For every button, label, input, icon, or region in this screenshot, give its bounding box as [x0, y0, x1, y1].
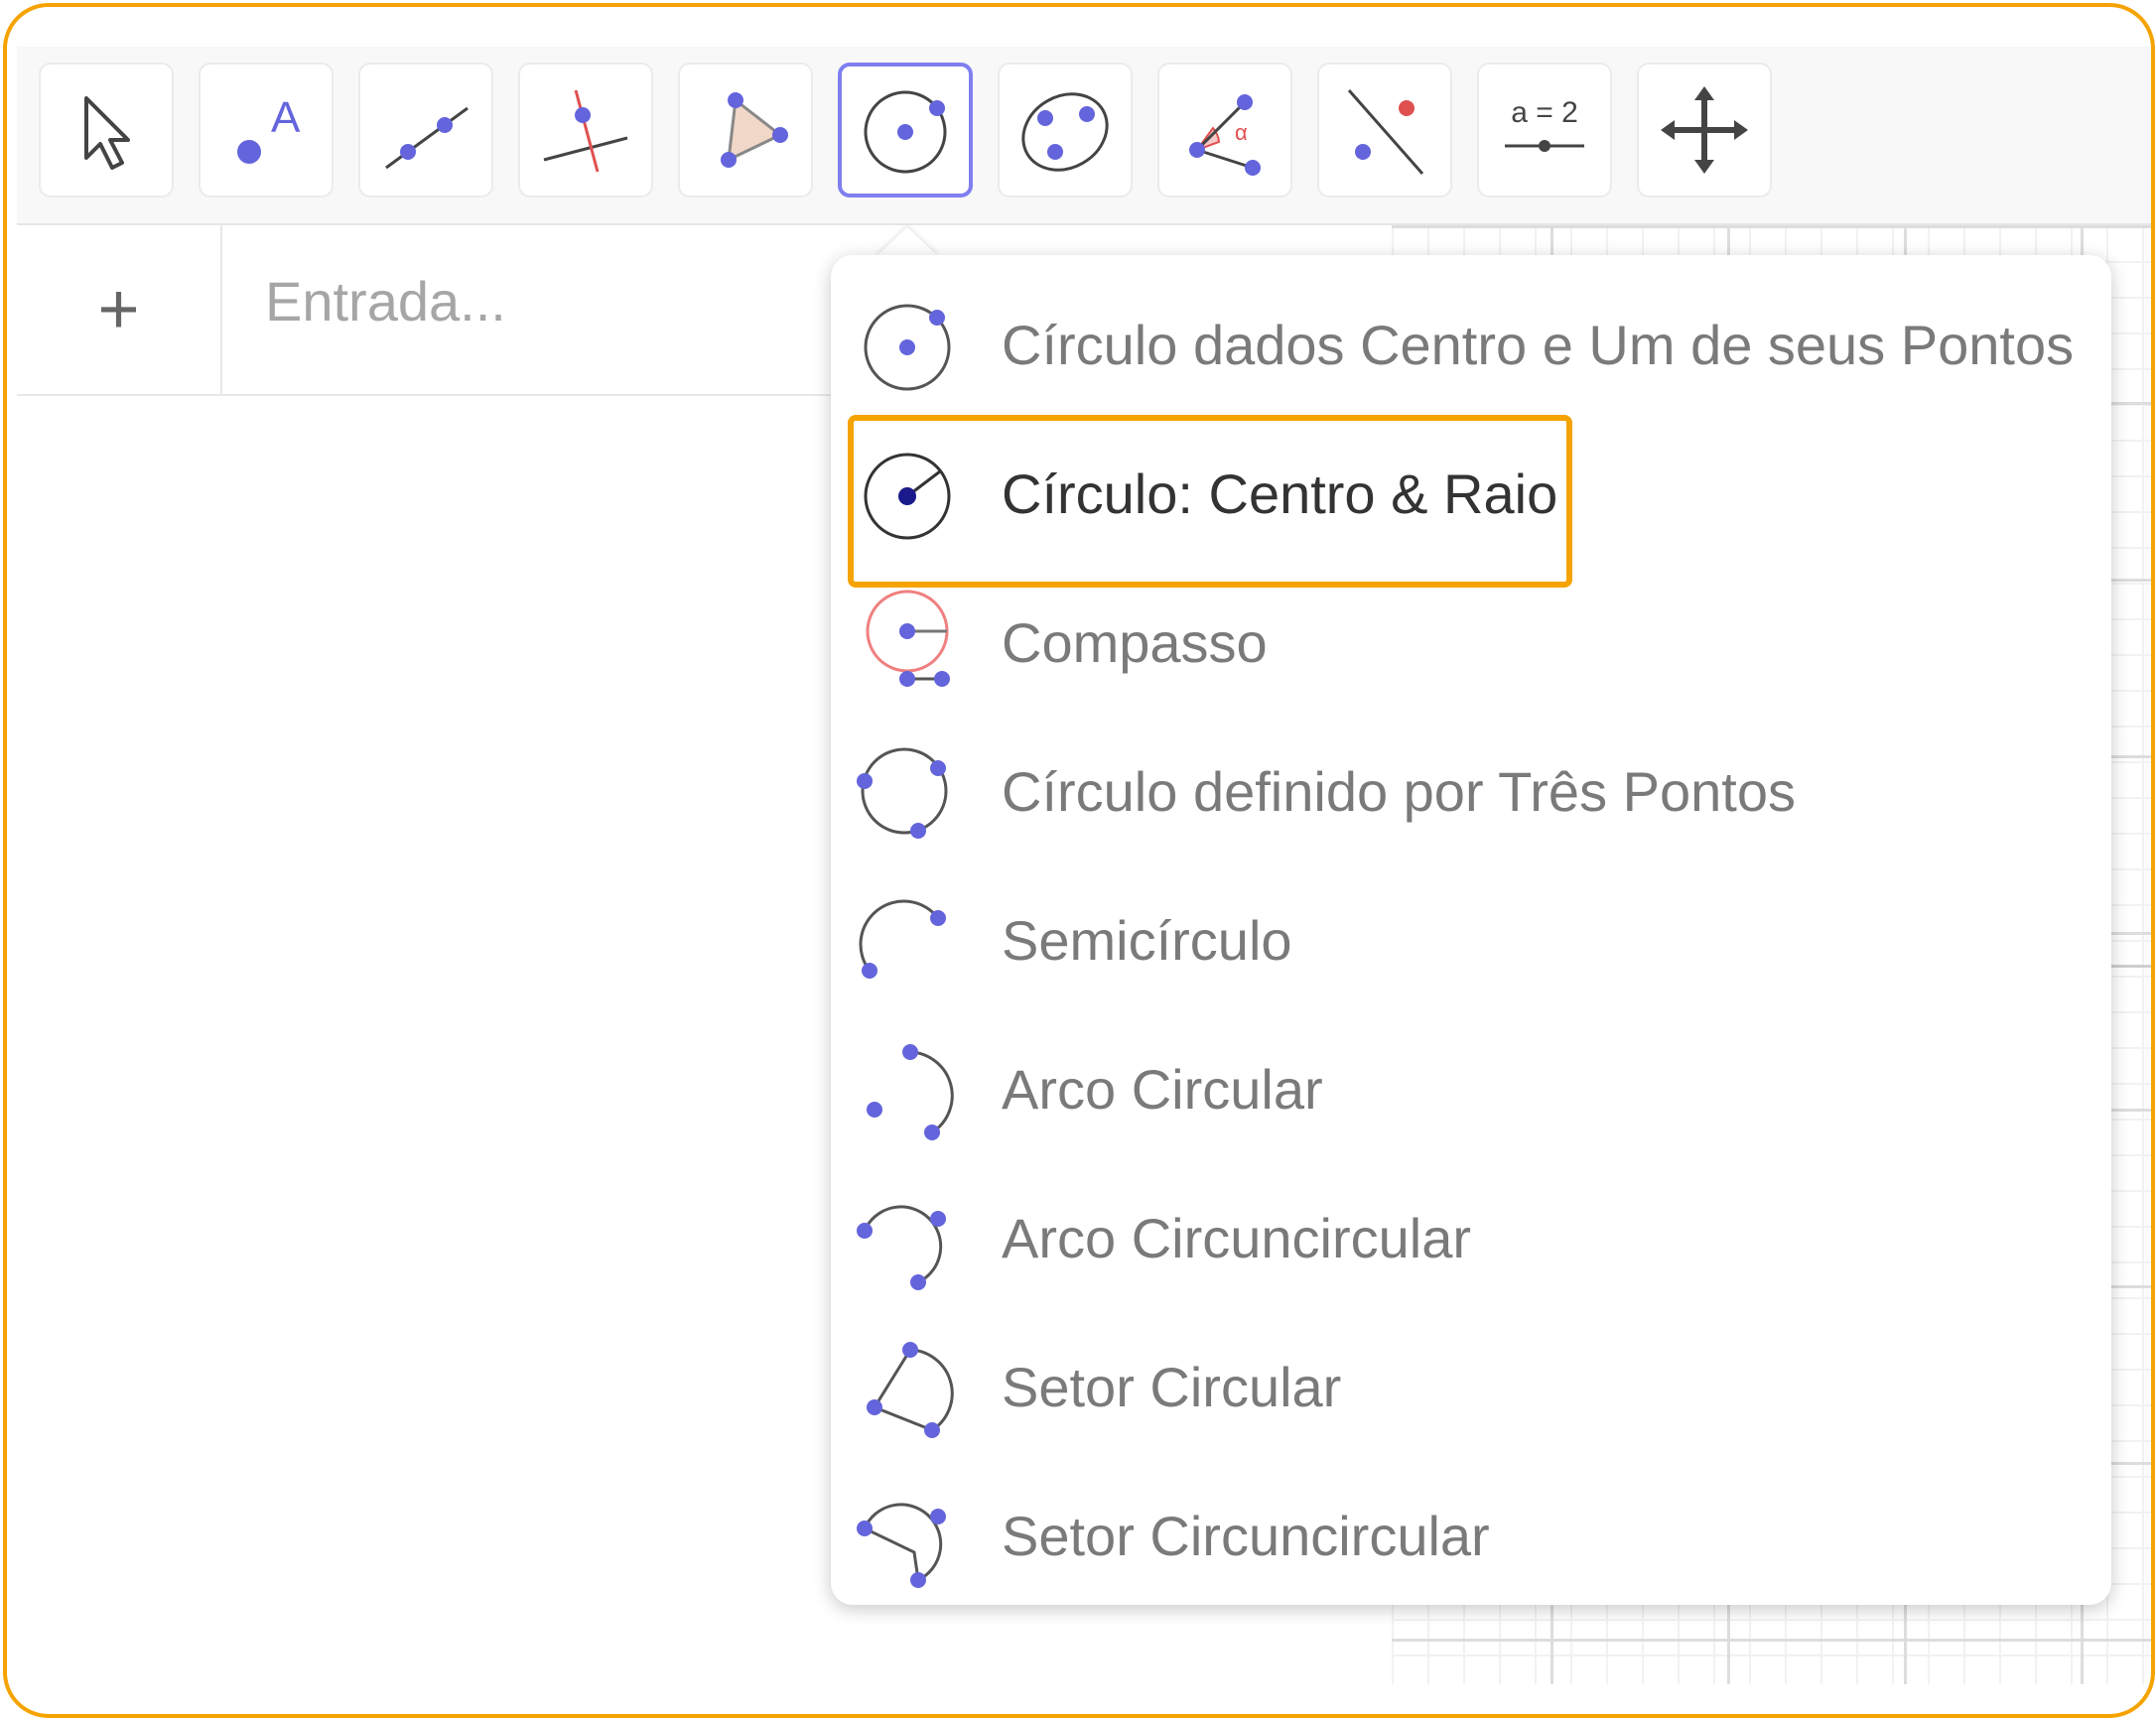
- ellipse-tool-button[interactable]: [998, 63, 1133, 198]
- menu-item-semicircle[interactable]: Semicírculo: [851, 865, 2082, 1014]
- slider-icon: a = 2: [1505, 96, 1584, 152]
- perpendicular-line-icon: [543, 89, 628, 173]
- line-through-two-points-icon: [385, 106, 469, 170]
- angle-icon: α: [1189, 94, 1261, 176]
- point-icon: A: [237, 93, 301, 164]
- circle-center-point-icon: [853, 290, 962, 399]
- menu-item-label: Semicírculo: [1002, 908, 1292, 972]
- circle-center-point-icon: [864, 90, 947, 174]
- highlight-annotation-box: [848, 415, 1572, 588]
- menu-item-circumcircular-arc[interactable]: Arco Circuncircular: [851, 1163, 2082, 1312]
- angle-tool-button[interactable]: α: [1157, 63, 1292, 198]
- circumcircular-arc-icon: [853, 1183, 962, 1292]
- polygon-icon: [721, 92, 788, 168]
- circular-arc-icon: [853, 1034, 962, 1143]
- slider-label: a = 2: [1511, 96, 1578, 129]
- slider-tool-button[interactable]: a = 2: [1477, 63, 1612, 198]
- menu-item-label: Círculo dados Centro e Um de seus Pontos: [1002, 313, 2075, 376]
- circle-tool-button[interactable]: [838, 63, 973, 198]
- reflect-about-line-icon: [1347, 89, 1424, 175]
- circular-sector-icon: [853, 1332, 962, 1441]
- move-tool-button[interactable]: [39, 63, 174, 198]
- menu-item-circle-center-point[interactable]: Círculo dados Centro e Um de seus Pontos: [851, 270, 2082, 419]
- pointer-arrow-icon: [84, 96, 130, 170]
- menu-item-circumcircular-sector[interactable]: Setor Circuncircular: [851, 1461, 2082, 1610]
- menu-item-circular-arc[interactable]: Arco Circular: [851, 1014, 2082, 1163]
- reflect-tool-button[interactable]: [1317, 63, 1452, 198]
- dropdown-pointer: [876, 227, 939, 257]
- menu-item-label: Arco Circuncircular: [1002, 1206, 1471, 1269]
- menu-item-circle-three-points[interactable]: Círculo definido por Três Pontos: [851, 717, 2082, 865]
- line-tool-button[interactable]: [358, 63, 493, 198]
- angle-label: α: [1235, 120, 1248, 145]
- perpendicular-line-tool-button[interactable]: [518, 63, 653, 198]
- menu-item-circular-sector[interactable]: Setor Circular: [851, 1312, 2082, 1461]
- move-cross-arrows-icon: [1661, 86, 1748, 174]
- algebra-input-field[interactable]: Entrada...: [265, 269, 506, 333]
- menu-item-compass[interactable]: Compasso: [851, 568, 2082, 717]
- point-label: A: [271, 93, 301, 142]
- circle-three-points-icon: [853, 736, 962, 846]
- add-item-button[interactable]: +: [17, 225, 222, 394]
- ellipse-icon: [1021, 92, 1109, 172]
- menu-item-label: Compasso: [1002, 610, 1268, 674]
- menu-item-label: Arco Circular: [1002, 1057, 1323, 1121]
- menu-item-label: Setor Circuncircular: [1002, 1504, 1490, 1567]
- menu-item-label: Setor Circular: [1002, 1355, 1342, 1418]
- app-frame: A α a = 2 + Entrada... Círculo dados Cen…: [3, 3, 2155, 1718]
- menu-item-label: Círculo definido por Três Pontos: [1002, 759, 1796, 823]
- circumcircular-sector-icon: [853, 1481, 962, 1590]
- semicircle-icon: [853, 885, 962, 994]
- polygon-tool-button[interactable]: [678, 63, 813, 198]
- move-graphics-view-tool-button[interactable]: [1637, 63, 1772, 198]
- compass-icon: [853, 588, 962, 697]
- toolbar: A α a = 2: [17, 47, 2151, 225]
- point-tool-button[interactable]: A: [199, 63, 334, 198]
